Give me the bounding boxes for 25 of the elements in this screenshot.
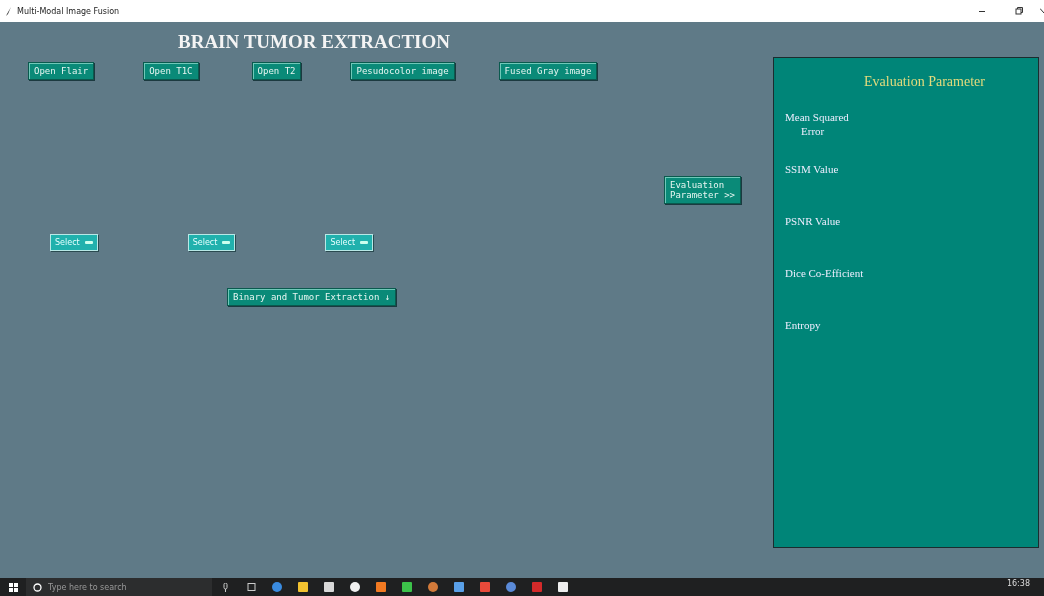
metric-label: Mean Squared Error (785, 110, 850, 138)
window-title: Multi-Modal Image Fusion (17, 6, 121, 16)
dropdown-indicator-icon (222, 241, 231, 244)
metric-label: Dice Co-Efficient (785, 266, 865, 280)
select-menu[interactable]: Select (50, 234, 98, 251)
dropdown-indicator-icon (84, 241, 93, 244)
metric-label: Entropy (785, 318, 822, 332)
open-button[interactable]: Open T2 (251, 62, 302, 80)
select-menu[interactable]: Select (187, 234, 236, 251)
metric-label: PSNR Value (785, 214, 842, 228)
panel-title: Evaluation Parameter (864, 74, 986, 90)
restore-icon[interactable] (1015, 7, 1023, 15)
evaluation-button[interactable]: Evaluation Parameter >> (664, 176, 742, 204)
search-field[interactable]: Type here to search (26, 578, 212, 596)
metric-label: SSIM Value (785, 162, 840, 176)
dropdown-indicator-icon (360, 241, 369, 244)
app-heading: BRAIN TUMOR EXTRACTION (178, 31, 450, 53)
clock-time: 16:38 (1006, 579, 1030, 588)
extract-button[interactable]: Binary and Tumor Extraction ↓ (227, 288, 397, 306)
select-menu[interactable]: Select (325, 234, 374, 251)
search-icon (33, 582, 42, 592)
open-button[interactable]: Pesudocolor image (350, 62, 455, 80)
open-button[interactable]: Open T1C (143, 62, 199, 80)
open-button[interactable]: Fused Gray image (498, 62, 598, 80)
open-button[interactable]: Open Flair (28, 62, 95, 80)
